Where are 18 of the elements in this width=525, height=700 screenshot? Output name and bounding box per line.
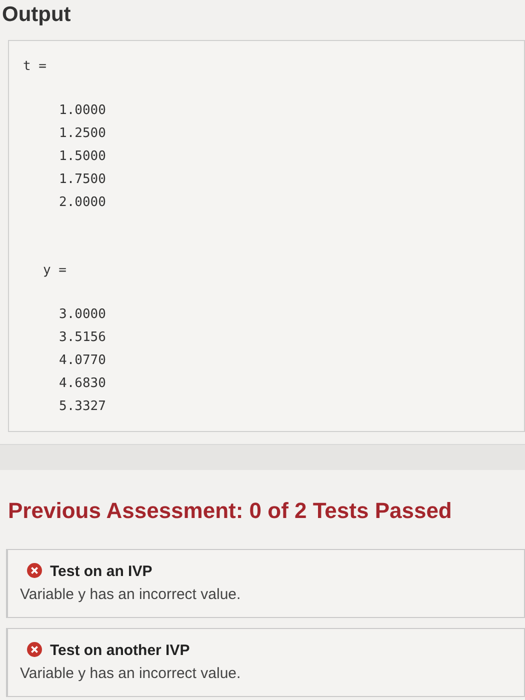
assessment-title: Previous Assessment: 0 of 2 Tests Passed: [8, 498, 452, 523]
output-value: 1.0000: [59, 103, 106, 118]
output-value: 2.0000: [59, 195, 106, 210]
output-value: 1.7500: [59, 172, 106, 187]
test-name: Test on an IVP: [50, 563, 152, 580]
variable-label: y =: [43, 262, 68, 280]
output-value: 3.0000: [59, 307, 106, 322]
test-name: Test on another IVP: [50, 642, 190, 659]
output-value: 4.0770: [59, 353, 106, 368]
output-value: 3.5156: [59, 330, 106, 345]
section-title: Output: [2, 2, 72, 28]
output-value: 1.2500: [59, 126, 106, 141]
output-value: 5.3327: [59, 399, 106, 414]
test-message: Variable y has an incorrect value.: [20, 586, 241, 602]
output-value: 4.6830: [59, 376, 106, 391]
test-message: Variable y has an incorrect value.: [20, 664, 241, 682]
output-value: 1.5000: [59, 149, 106, 164]
variable-label: t =: [23, 58, 48, 76]
